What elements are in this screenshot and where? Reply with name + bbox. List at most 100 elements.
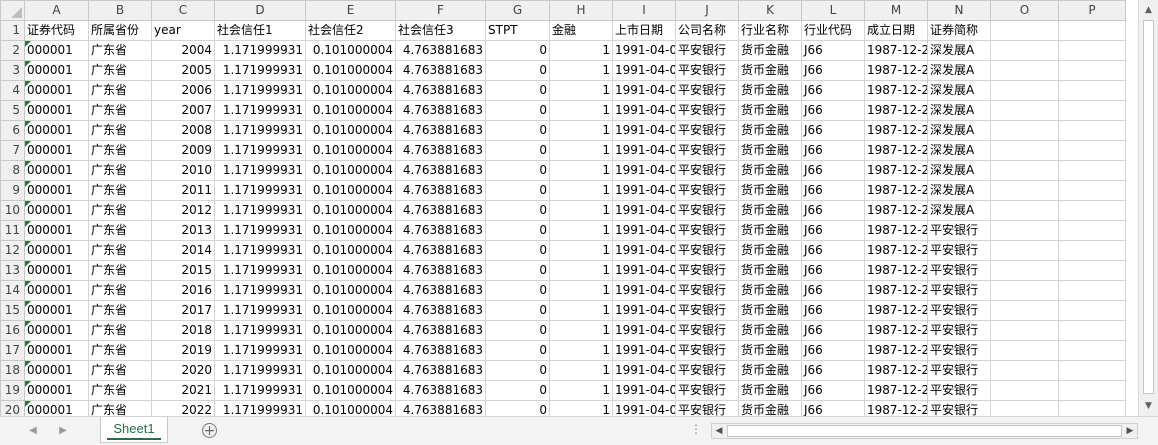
cell-k8[interactable]: 货币金融 [738,160,802,181]
cell-h19[interactable]: 1 [549,380,613,401]
cell-k11[interactable]: 货币金融 [738,220,802,241]
column-header-e[interactable]: E [305,0,396,21]
cell-e3[interactable]: 0.101000004 [305,60,396,81]
cell-l10[interactable]: J66 [801,200,865,221]
cell-i3[interactable]: 1991-04-0 [612,60,676,81]
cell-o1[interactable] [990,20,1059,41]
cell-p2[interactable] [1058,40,1126,61]
row-header[interactable]: 15 [0,300,25,321]
cell-h16[interactable]: 1 [549,320,613,341]
cell-l13[interactable]: J66 [801,260,865,281]
cell-b12[interactable]: 广东省 [88,240,152,261]
cell-c17[interactable]: 2019 [151,340,215,361]
cell-m8[interactable]: 1987-12-2 [864,160,928,181]
cell-o18[interactable] [990,360,1059,381]
column-header-d[interactable]: D [214,0,306,21]
cell-h5[interactable]: 1 [549,100,613,121]
cell-l17[interactable]: J66 [801,340,865,361]
column-header-m[interactable]: M [864,0,928,21]
cell-o2[interactable] [990,40,1059,61]
cell-n20[interactable]: 平安银行 [927,400,991,416]
cell-i16[interactable]: 1991-04-0 [612,320,676,341]
cell-i7[interactable]: 1991-04-0 [612,140,676,161]
cell-m14[interactable]: 1987-12-2 [864,280,928,301]
cell-n16[interactable]: 平安银行 [927,320,991,341]
cell-o5[interactable] [990,100,1059,121]
cell-b2[interactable]: 广东省 [88,40,152,61]
cell-a5[interactable]: 000001 [24,100,89,121]
cell-k18[interactable]: 货币金融 [738,360,802,381]
cell-i19[interactable]: 1991-04-0 [612,380,676,401]
cell-m16[interactable]: 1987-12-2 [864,320,928,341]
cell-i12[interactable]: 1991-04-0 [612,240,676,261]
column-header-c[interactable]: C [151,0,215,21]
row-header[interactable]: 7 [0,140,25,161]
cell-p5[interactable] [1058,100,1126,121]
cell-i18[interactable]: 1991-04-0 [612,360,676,381]
cell-n14[interactable]: 平安银行 [927,280,991,301]
cell-j9[interactable]: 平安银行 [675,180,739,201]
cell-h13[interactable]: 1 [549,260,613,281]
cell-g15[interactable]: 0 [485,300,550,321]
cell-e19[interactable]: 0.101000004 [305,380,396,401]
cell-b16[interactable]: 广东省 [88,320,152,341]
cell-b3[interactable]: 广东省 [88,60,152,81]
cell-n1[interactable]: 证券简称 [927,20,991,41]
cell-e11[interactable]: 0.101000004 [305,220,396,241]
column-header-a[interactable]: A [24,0,89,21]
cell-d14[interactable]: 1.171999931 [214,280,306,301]
cell-d16[interactable]: 1.171999931 [214,320,306,341]
cell-l7[interactable]: J66 [801,140,865,161]
cell-l16[interactable]: J66 [801,320,865,341]
cell-i6[interactable]: 1991-04-0 [612,120,676,141]
cell-i8[interactable]: 1991-04-0 [612,160,676,181]
cell-d18[interactable]: 1.171999931 [214,360,306,381]
cell-g13[interactable]: 0 [485,260,550,281]
cell-n9[interactable]: 深发展A [927,180,991,201]
cell-h4[interactable]: 1 [549,80,613,101]
cell-i9[interactable]: 1991-04-0 [612,180,676,201]
cell-g19[interactable]: 0 [485,380,550,401]
cell-h14[interactable]: 1 [549,280,613,301]
cell-e13[interactable]: 0.101000004 [305,260,396,281]
cell-c14[interactable]: 2016 [151,280,215,301]
cell-b5[interactable]: 广东省 [88,100,152,121]
row-header[interactable]: 6 [0,120,25,141]
cell-p17[interactable] [1058,340,1126,361]
cell-i1[interactable]: 上市日期 [612,20,676,41]
column-header-o[interactable]: O [990,0,1059,21]
row-header[interactable]: 8 [0,160,25,181]
cell-m13[interactable]: 1987-12-2 [864,260,928,281]
cell-a12[interactable]: 000001 [24,240,89,261]
cell-m6[interactable]: 1987-12-2 [864,120,928,141]
cell-k9[interactable]: 货币金融 [738,180,802,201]
cell-e5[interactable]: 0.101000004 [305,100,396,121]
row-header[interactable]: 20 [0,400,25,416]
cell-a16[interactable]: 000001 [24,320,89,341]
cell-k14[interactable]: 货币金融 [738,280,802,301]
cell-d17[interactable]: 1.171999931 [214,340,306,361]
cell-l20[interactable]: J66 [801,400,865,416]
cell-o15[interactable] [990,300,1059,321]
cell-o13[interactable] [990,260,1059,281]
cell-f1[interactable]: 社会信任3 [395,20,486,41]
cell-m19[interactable]: 1987-12-2 [864,380,928,401]
cell-b20[interactable]: 广东省 [88,400,152,416]
cell-d9[interactable]: 1.171999931 [214,180,306,201]
cell-p1[interactable] [1058,20,1126,41]
cell-k1[interactable]: 行业名称 [738,20,802,41]
cell-g12[interactable]: 0 [485,240,550,261]
cell-o17[interactable] [990,340,1059,361]
cell-l5[interactable]: J66 [801,100,865,121]
tab-nav-next-icon[interactable]: ▶ [56,423,70,439]
cell-i13[interactable]: 1991-04-0 [612,260,676,281]
cell-g4[interactable]: 0 [485,80,550,101]
cell-g7[interactable]: 0 [485,140,550,161]
cell-a3[interactable]: 000001 [24,60,89,81]
cell-b7[interactable]: 广东省 [88,140,152,161]
cell-e7[interactable]: 0.101000004 [305,140,396,161]
cell-j7[interactable]: 平安银行 [675,140,739,161]
cell-f9[interactable]: 4.763881683 [395,180,486,201]
cell-d12[interactable]: 1.171999931 [214,240,306,261]
cell-l3[interactable]: J66 [801,60,865,81]
